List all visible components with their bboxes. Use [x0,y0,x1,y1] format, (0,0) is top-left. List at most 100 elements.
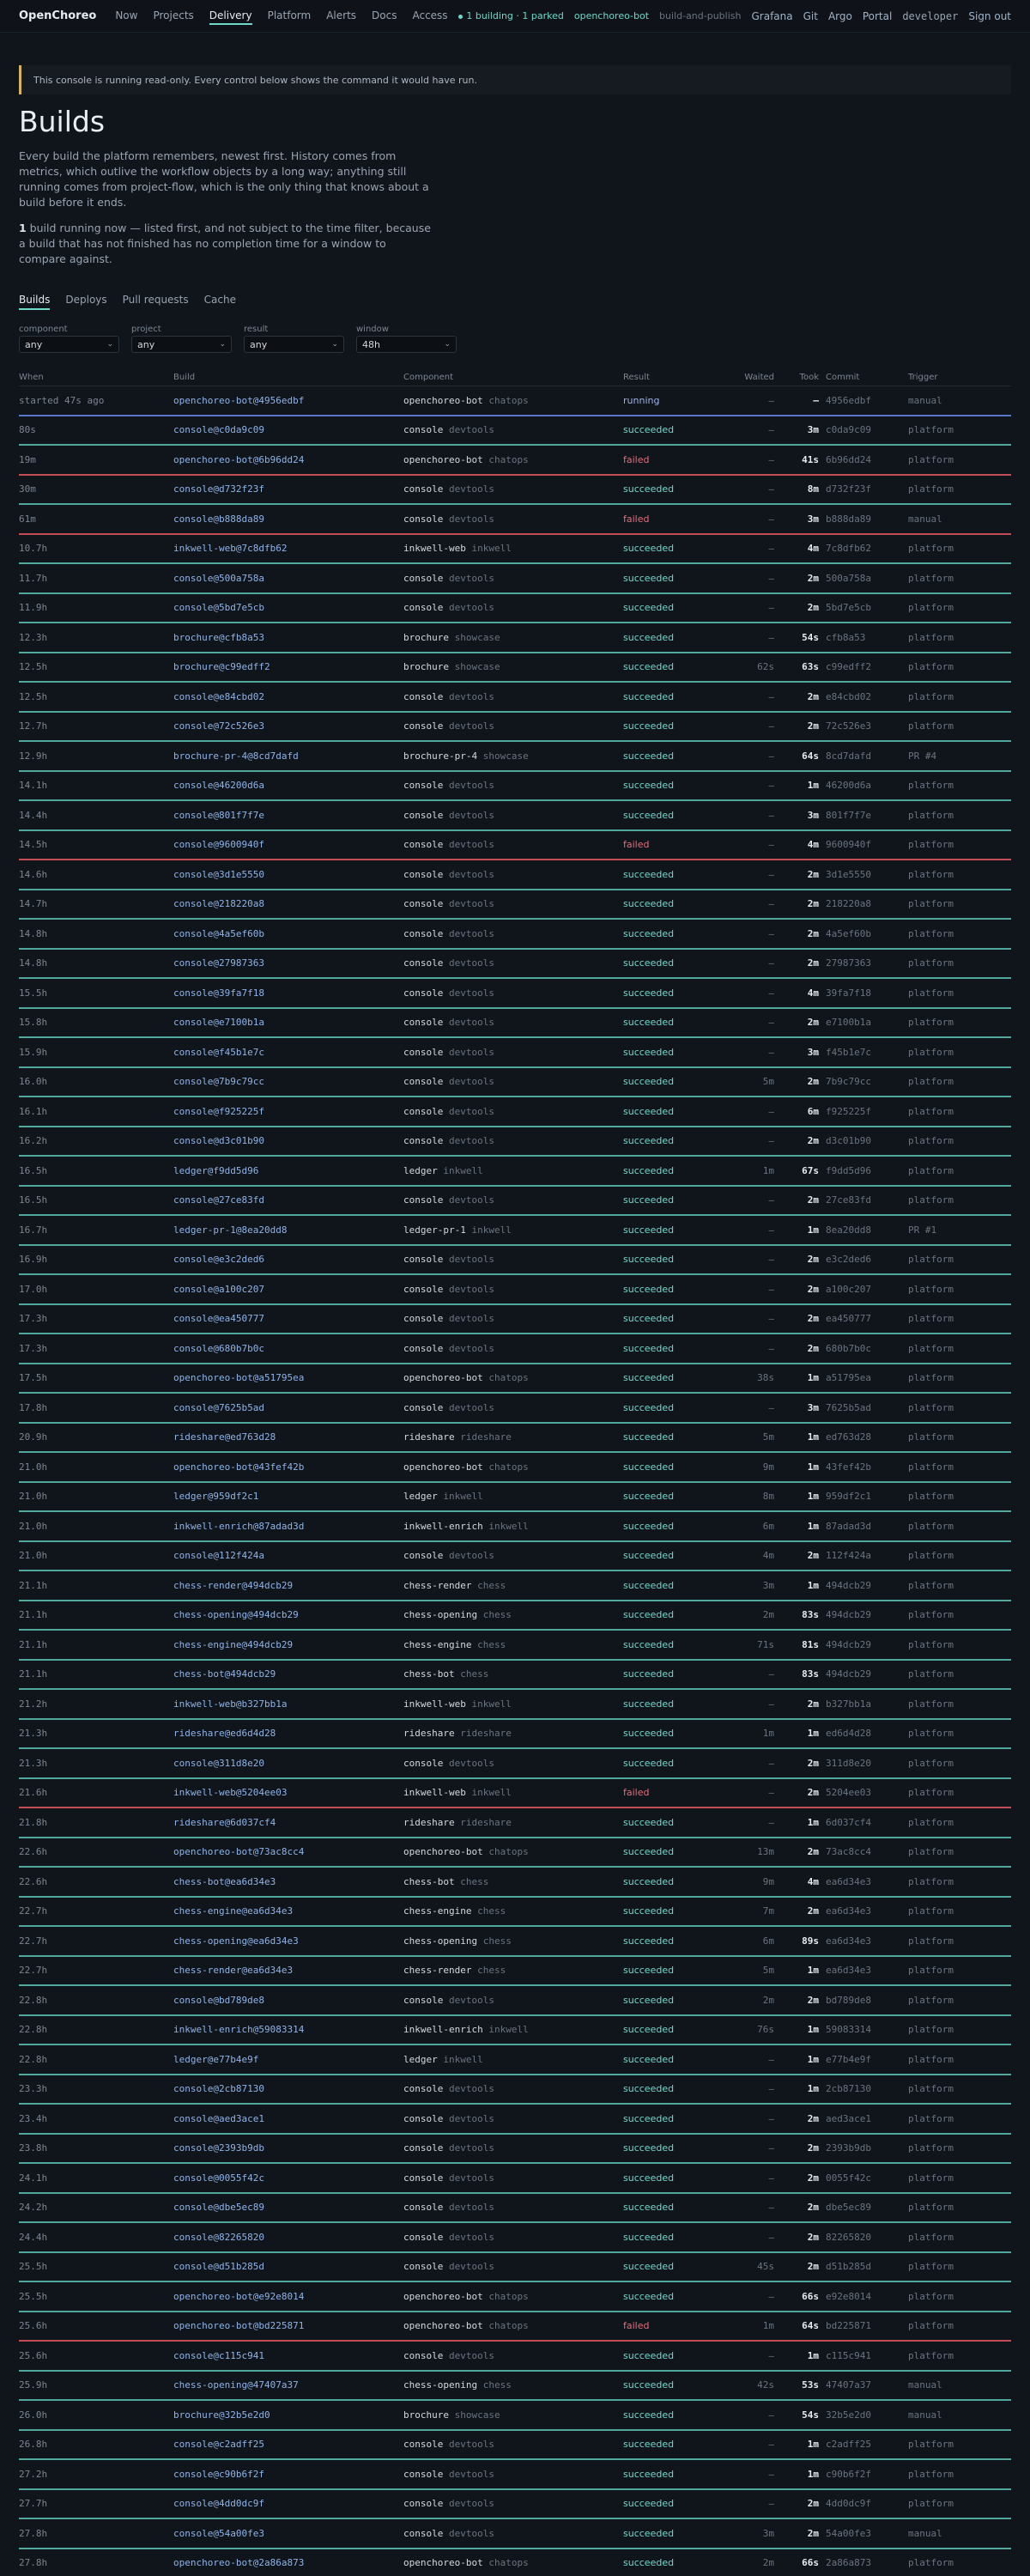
component-name[interactable]: inkwell-web [403,543,466,554]
component-name[interactable]: console [403,928,443,939]
build-link[interactable]: console@3d1e5550 [173,869,403,880]
component-name[interactable]: chess-engine [403,1905,471,1917]
build-link[interactable]: console@311d8e20 [173,1758,403,1769]
table-row[interactable]: 21.1h chess-engine@494dcb29 chess-engine c… [19,1631,1011,1661]
table-row[interactable]: 23.8h console@2393b9db console devtools suc… [19,2135,1011,2164]
commit-link[interactable]: bd789de8 [819,1995,908,2006]
build-link[interactable]: inkwell-enrich@59083314 [173,2024,403,2035]
component-name[interactable]: console [403,2498,443,2509]
commit-link[interactable]: 680b7b0c [819,1343,908,1354]
build-link[interactable]: openchoreo-bot@a51795ea [173,1372,403,1383]
build-link[interactable]: brochure@32b5e2d0 [173,2409,403,2421]
table-row[interactable]: 19m openchoreo-bot@6b96dd24 openchoreo-bot… [19,446,1011,476]
build-link[interactable]: console@c115c941 [173,2350,403,2361]
commit-link[interactable]: ed763d28 [819,1431,908,1443]
build-link[interactable]: console@4a5ef60b [173,928,403,939]
build-link[interactable]: inkwell-enrich@87adad3d [173,1521,403,1532]
component-name[interactable]: rideshare [403,1817,455,1828]
table-row[interactable]: 30m console@d732f23f console devtools succe… [19,476,1011,505]
component-name[interactable]: ledger [403,1491,438,1502]
build-link[interactable]: openchoreo-bot@2a86a873 [173,2557,403,2568]
nav-link-projects[interactable]: Projects [153,8,193,25]
table-row[interactable]: 14.8h console@27987363 console devtools suc… [19,950,1011,979]
table-row[interactable]: 21.6h inkwell-web@5204ee03 inkwell-web ink… [19,1779,1011,1808]
table-row[interactable]: 27.8h openchoreo-bot@2a86a873 openchoreo-b… [19,2549,1011,2576]
commit-link[interactable]: 32b5e2d0 [819,2409,908,2421]
component-name[interactable]: brochure [403,632,449,643]
brand-logo[interactable]: OpenChoreo [19,9,96,22]
table-row[interactable]: 24.2h console@dbe5ec89 console devtools suc… [19,2194,1011,2223]
build-link[interactable]: console@801f7f7e [173,810,403,821]
table-row[interactable]: 16.2h console@d3c01b90 console devtools suc… [19,1127,1011,1157]
commit-link[interactable]: cfb8a53 [819,632,908,643]
tab-cache[interactable]: Cache [204,294,236,310]
component-name[interactable]: chess-bot [403,1668,455,1680]
table-row[interactable]: 23.4h console@aed3ace1 console devtools suc… [19,2105,1011,2135]
component-name[interactable]: inkwell-web [403,1698,466,1710]
table-row[interactable]: 25.6h console@c115c941 console devtools suc… [19,2342,1011,2372]
commit-link[interactable]: 9600940f [819,839,908,850]
component-name[interactable]: console [403,2528,443,2539]
table-row[interactable]: 25.5h console@d51b285d console devtools suc… [19,2253,1011,2282]
component-name[interactable]: brochure [403,2409,449,2421]
build-link[interactable]: inkwell-web@5204ee03 [173,1787,403,1798]
component-name[interactable]: console [403,1313,443,1324]
component-name[interactable]: console [403,691,443,702]
table-row[interactable]: 21.3h rideshare@ed6d4d28 rideshare ridesha… [19,1720,1011,1749]
table-row[interactable]: 21.0h ledger@959df2c1 ledger inkwell succee… [19,1483,1011,1512]
component-name[interactable]: console [403,2083,443,2094]
commit-link[interactable]: d732f23f [819,483,908,495]
commit-link[interactable]: 54a00fe3 [819,2528,908,2539]
table-row[interactable]: 21.1h chess-opening@494dcb29 chess-opening… [19,1601,1011,1631]
commit-link[interactable]: a100c207 [819,1284,908,1295]
commit-link[interactable]: 2a86a873 [819,2557,908,2568]
component-name[interactable]: ledger [403,1165,438,1176]
commit-link[interactable]: 801f7f7e [819,810,908,821]
component-name[interactable]: inkwell-web [403,1787,466,1798]
commit-link[interactable]: c90b6f2f [819,2469,908,2480]
table-row[interactable]: 61m console@b888da89 console devtools faile… [19,505,1011,535]
build-link[interactable]: console@b888da89 [173,513,403,525]
table-row[interactable]: 25.6h openchoreo-bot@bd225871 openchoreo-b… [19,2312,1011,2342]
component-name[interactable]: openchoreo-bot [403,2320,483,2331]
build-link[interactable]: console@5bd7e5cb [173,602,403,613]
table-row[interactable]: 12.7h console@72c526e3 console devtools suc… [19,713,1011,742]
commit-link[interactable]: 8ea20dd8 [819,1224,908,1236]
table-row[interactable]: 25.5h openchoreo-bot@e92e8014 openchoreo-b… [19,2282,1011,2312]
build-link[interactable]: chess-bot@ea6d34e3 [173,1876,403,1887]
component-name[interactable]: ledger [403,2054,438,2065]
nav-link-docs[interactable]: Docs [372,8,397,25]
build-link[interactable]: console@c0da9c09 [173,424,403,435]
build-link[interactable]: console@7625b5ad [173,1402,403,1413]
build-link[interactable]: rideshare@ed6d4d28 [173,1728,403,1739]
table-row[interactable]: 11.9h console@5bd7e5cb console devtools suc… [19,594,1011,623]
table-row[interactable]: 17.5h openchoreo-bot@a51795ea openchoreo-b… [19,1364,1011,1394]
commit-link[interactable]: bd225871 [819,2320,908,2331]
build-link[interactable]: console@46200d6a [173,780,403,791]
component-name[interactable]: console [403,1284,443,1295]
build-link[interactable]: console@27ce83fd [173,1194,403,1206]
result-select[interactable]: any ⌄ [244,336,344,353]
build-link[interactable]: console@e3c2ded6 [173,1254,403,1265]
commit-link[interactable]: b327bb1a [819,1698,908,1710]
nav-link-alerts[interactable]: Alerts [326,8,356,25]
commit-link[interactable]: dbe5ec89 [819,2202,908,2213]
table-row[interactable]: 23.3h console@2cb87130 console devtools suc… [19,2075,1011,2105]
build-link[interactable]: rideshare@6d037cf4 [173,1817,403,1828]
build-link[interactable]: openchoreo-bot@bd225871 [173,2320,403,2331]
build-link[interactable]: console@bd789de8 [173,1995,403,2006]
component-name[interactable]: chess-opening [403,1935,477,1947]
commit-link[interactable]: 27987363 [819,957,908,969]
build-link[interactable]: console@e7100b1a [173,1017,403,1028]
component-name[interactable]: console [403,1402,443,1413]
table-row[interactable]: 17.8h console@7625b5ad console devtools suc… [19,1394,1011,1424]
table-row[interactable]: 17.3h console@680b7b0c console devtools suc… [19,1334,1011,1364]
table-row[interactable]: 26.0h brochure@32b5e2d0 brochure showcase s… [19,2401,1011,2431]
build-link[interactable]: chess-engine@494dcb29 [173,1639,403,1650]
build-link[interactable]: console@a100c207 [173,1284,403,1295]
table-row[interactable]: 22.6h chess-bot@ea6d34e3 chess-bot chess su… [19,1868,1011,1898]
component-name[interactable]: console [403,1758,443,1769]
component-name[interactable]: brochure-pr-4 [403,750,477,762]
commit-link[interactable]: ea6d34e3 [819,1876,908,1887]
commit-link[interactable]: 59083314 [819,2024,908,2035]
